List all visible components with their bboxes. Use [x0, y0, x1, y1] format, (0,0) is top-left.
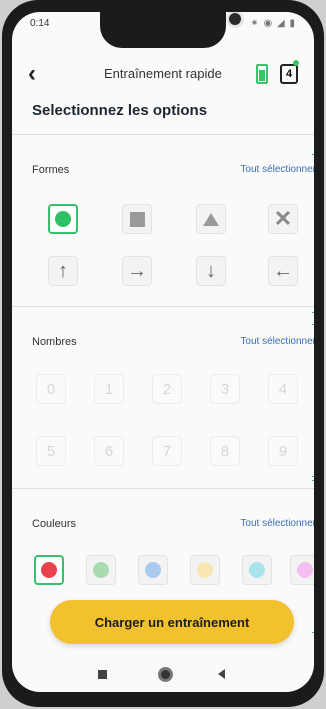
- color-tile-pink[interactable]: [290, 555, 314, 585]
- section-label-nombres: Nombres: [32, 336, 77, 348]
- color-tile-cyan[interactable]: [242, 555, 272, 585]
- status-time: 0:14: [30, 18, 50, 29]
- screen: 0:14 ⁕ ◉ ◢ ▮ ‹ Entraînement rapide 4 Sel…: [12, 12, 314, 692]
- shape-tile-arrow-left[interactable]: ←: [268, 256, 298, 286]
- number-tile[interactable]: 9: [268, 436, 298, 466]
- battery-icon: [256, 64, 268, 84]
- number-tile[interactable]: 3: [210, 374, 240, 404]
- android-nav-bar: [12, 660, 314, 692]
- shape-tile-arrow-up[interactable]: ↑: [48, 256, 78, 286]
- divider: [12, 306, 314, 307]
- shape-tile-square[interactable]: [122, 204, 152, 234]
- color-swatch: [41, 562, 57, 578]
- scroll-marker: [312, 632, 314, 633]
- load-training-button[interactable]: Charger un entraînement: [50, 600, 294, 644]
- square-icon: [129, 211, 145, 227]
- color-swatch: [93, 562, 109, 578]
- phone-frame: 0:14 ⁕ ◉ ◢ ▮ ‹ Entraînement rapide 4 Sel…: [2, 0, 324, 707]
- number-tile[interactable]: 8: [210, 436, 240, 466]
- scroll-marker: [312, 476, 314, 477]
- page-title: Entraînement rapide: [104, 66, 222, 81]
- number-tile[interactable]: 7: [152, 436, 182, 466]
- circle-icon: [55, 211, 71, 227]
- number-tile[interactable]: 4: [268, 374, 298, 404]
- triangle-icon: [203, 212, 219, 226]
- shape-tile-x[interactable]: ✕: [268, 204, 298, 234]
- color-swatch: [197, 562, 213, 578]
- shape-tile-arrow-down[interactable]: ↓: [196, 256, 226, 286]
- notification-dot: [293, 60, 299, 66]
- recent-apps-icon[interactable]: [98, 670, 107, 679]
- header: ‹ Entraînement rapide 4: [12, 60, 314, 96]
- nav-back-icon[interactable]: [218, 669, 225, 679]
- shape-tile-arrow-right[interactable]: →: [122, 256, 152, 286]
- home-icon[interactable]: [158, 667, 173, 682]
- color-swatch: [145, 562, 161, 578]
- options-subtitle: Selectionnez les options: [32, 102, 208, 119]
- color-swatch: [297, 562, 313, 578]
- arrow-left-icon: ←: [273, 260, 293, 282]
- arrow-down-icon: ↓: [206, 260, 216, 282]
- session-counter[interactable]: 4: [280, 64, 298, 84]
- shape-tile-circle[interactable]: [48, 204, 78, 234]
- scroll-marker: [312, 312, 314, 313]
- color-tile-yellow[interactable]: [190, 555, 220, 585]
- number-tile[interactable]: 0: [36, 374, 66, 404]
- section-label-formes: Formes: [32, 164, 70, 176]
- shape-tile-triangle[interactable]: [196, 204, 226, 234]
- number-tile[interactable]: 2: [152, 374, 182, 404]
- scroll-marker: [312, 480, 314, 481]
- divider: [12, 134, 314, 135]
- number-tile[interactable]: 6: [94, 436, 124, 466]
- scroll-marker: [312, 154, 314, 155]
- camera-icon: [226, 12, 244, 28]
- status-icons: ⁕ ◉ ◢ ▮: [250, 18, 296, 29]
- select-all-formes[interactable]: Tout sélectionner: [240, 164, 314, 175]
- divider: [12, 488, 314, 489]
- number-tile[interactable]: 5: [36, 436, 66, 466]
- color-tile-green[interactable]: [86, 555, 116, 585]
- camera-notch: [100, 12, 244, 48]
- section-label-couleurs: Couleurs: [32, 518, 77, 530]
- arrow-right-icon: →: [127, 260, 147, 282]
- select-all-nombres[interactable]: Tout sélectionner: [240, 336, 314, 347]
- color-swatch: [249, 562, 265, 578]
- number-tile[interactable]: 1: [94, 374, 124, 404]
- back-button[interactable]: ‹: [28, 60, 36, 88]
- select-all-couleurs[interactable]: Tout sélectionner: [240, 518, 314, 529]
- color-tile-blue[interactable]: [138, 555, 168, 585]
- x-icon: ✕: [273, 206, 293, 231]
- color-tile-red[interactable]: [34, 555, 64, 585]
- arrow-up-icon: ↑: [58, 260, 68, 282]
- scroll-marker: [312, 324, 314, 325]
